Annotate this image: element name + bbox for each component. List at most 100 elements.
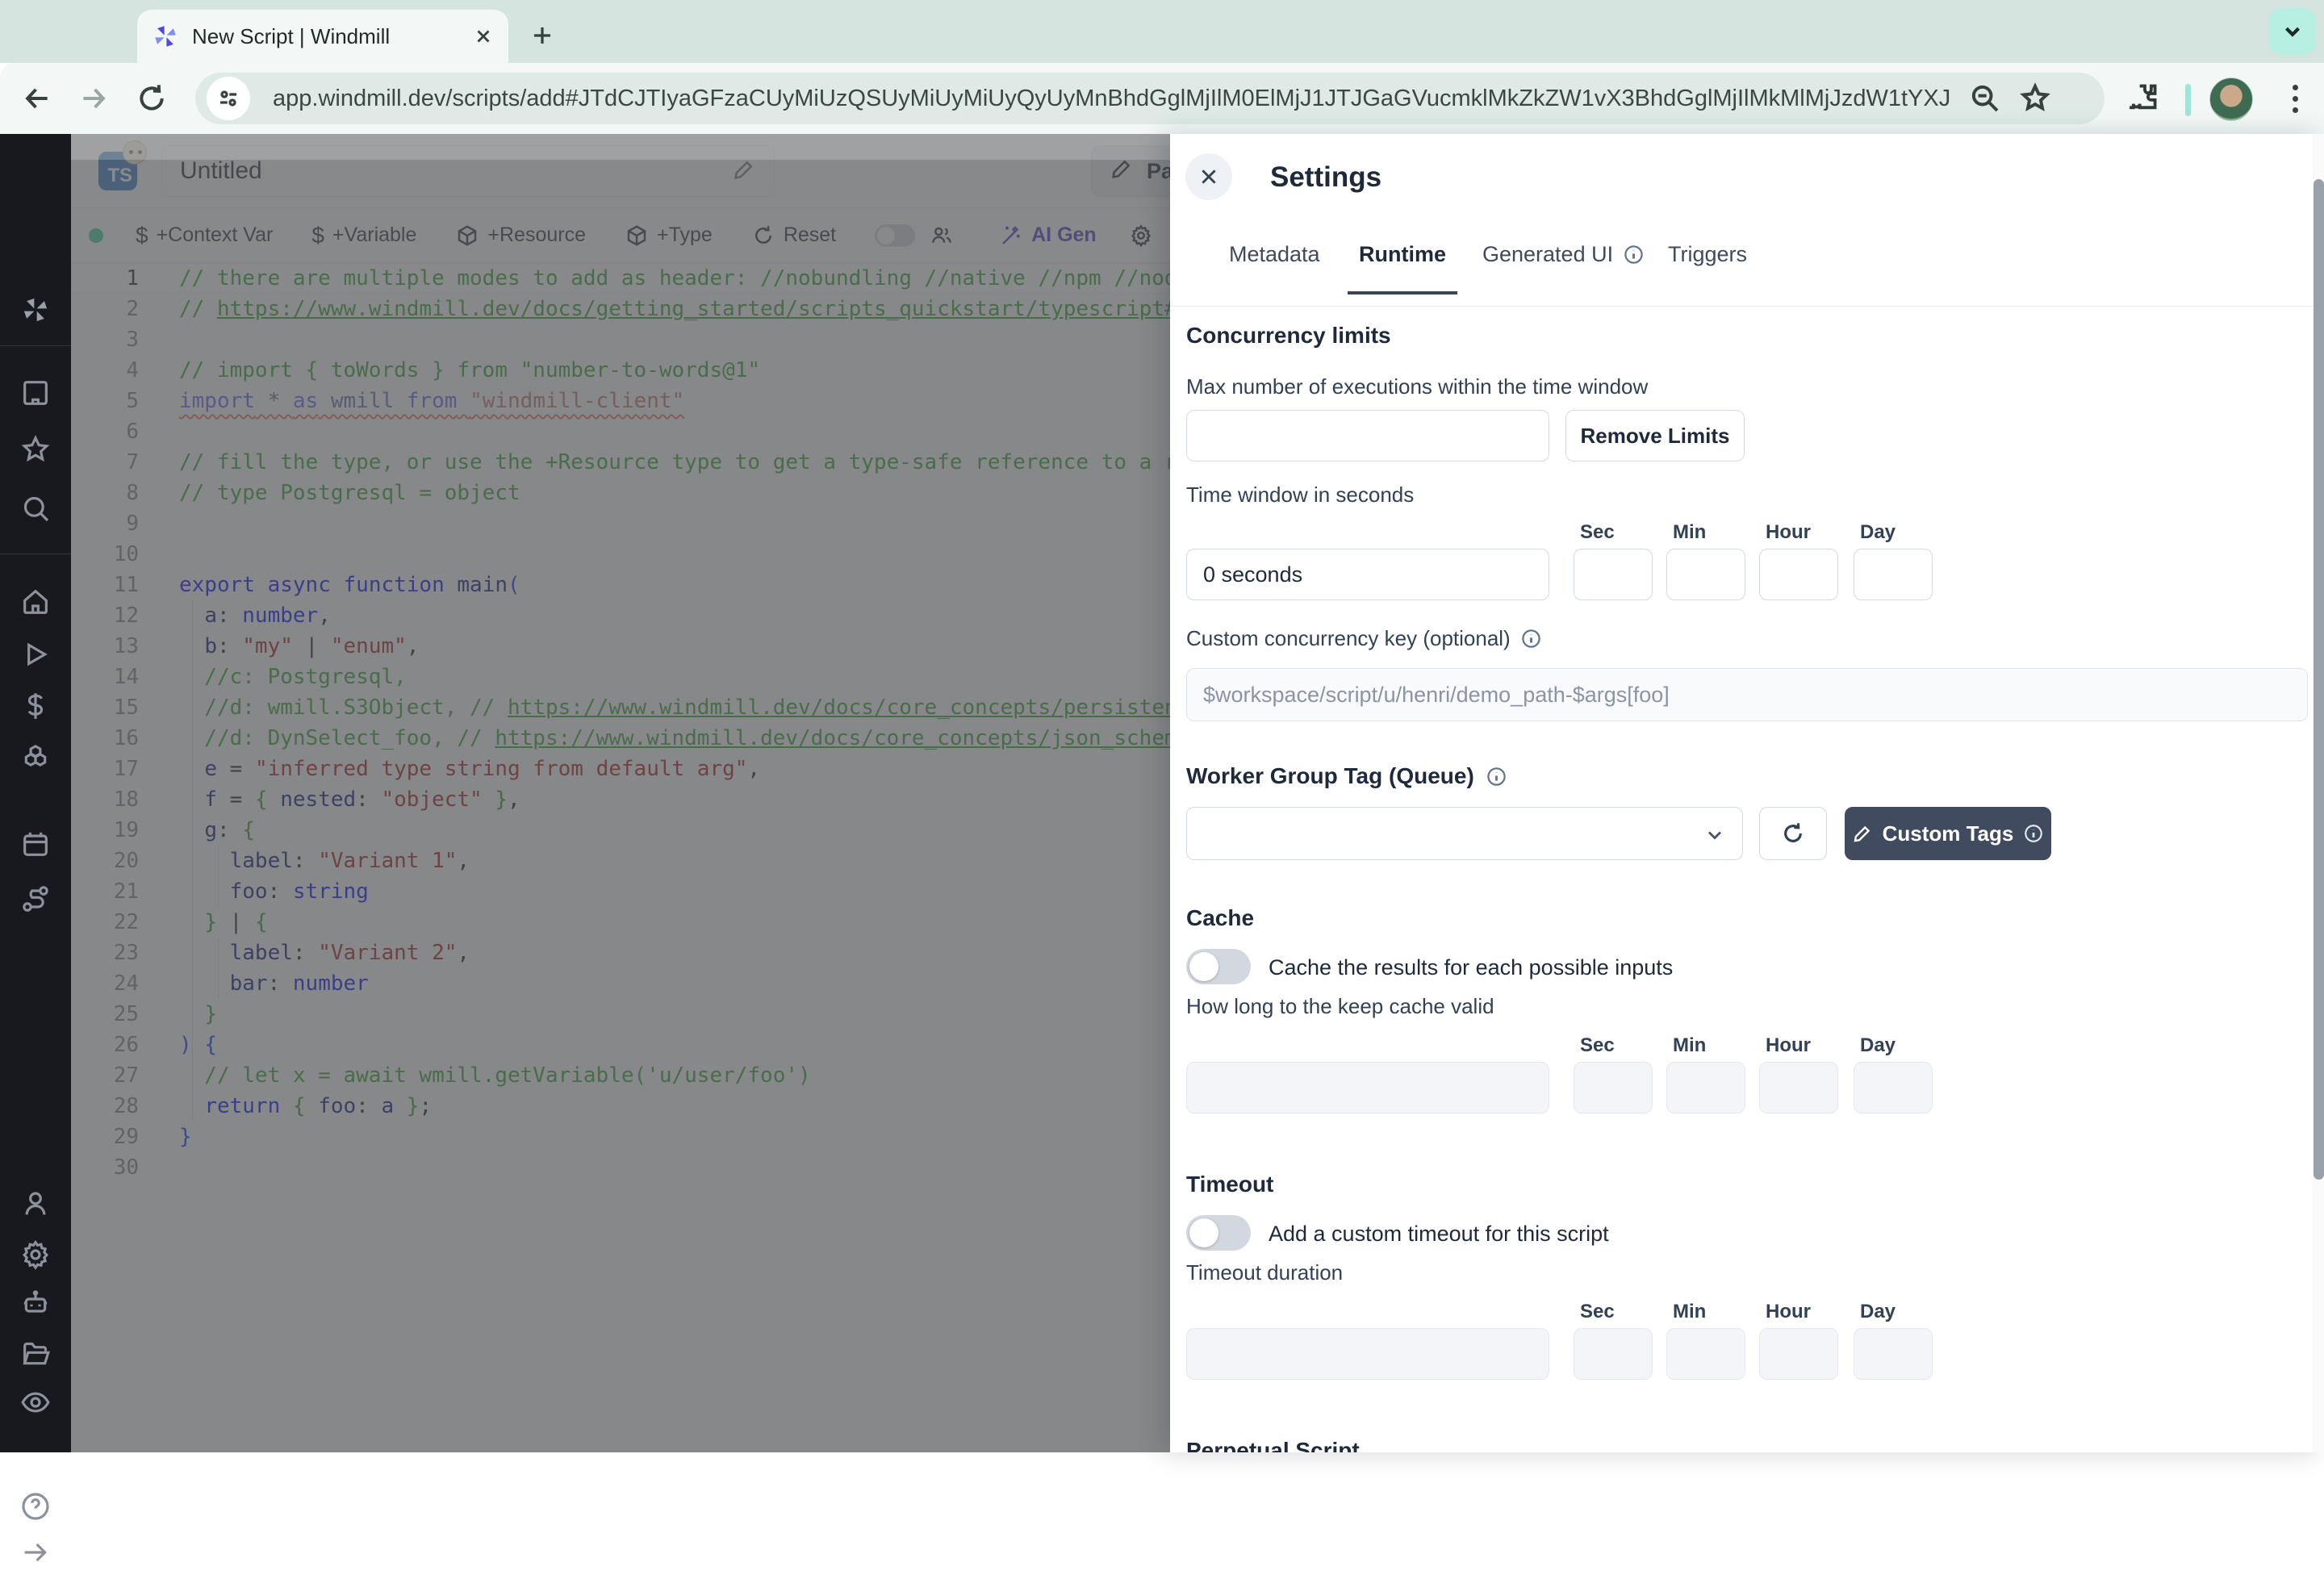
- settings-scrollbar[interactable]: [2313, 134, 2324, 1452]
- extensions-button[interactable]: [2125, 82, 2159, 120]
- plus-icon: [530, 23, 554, 48]
- browser-toolbar: app.windmill.dev/scripts/add#JTdCJTIyaGF…: [0, 63, 2324, 134]
- cache-min-input[interactable]: [1666, 1062, 1745, 1113]
- reload-button[interactable]: [134, 81, 169, 116]
- browser-tabstrip: New Script | Windmill: [0, 0, 2324, 63]
- remove-limits-button[interactable]: Remove Limits: [1565, 410, 1745, 462]
- timeout-day-input[interactable]: [1854, 1328, 1933, 1380]
- sidebar-item-workspace[interactable]: [0, 370, 71, 416]
- max-executions-input[interactable]: [1186, 410, 1549, 462]
- bookmark-button[interactable]: [2019, 82, 2051, 115]
- unit-label-hour: Hour: [1766, 1034, 1811, 1057]
- info-icon[interactable]: [1486, 766, 1507, 788]
- close-settings-button[interactable]: [1185, 153, 1232, 200]
- timeout-duration-input[interactable]: [1186, 1328, 1549, 1380]
- star-icon: [19, 433, 52, 466]
- sidebar-item-folders[interactable]: [0, 1331, 71, 1377]
- sidebar-item-ai[interactable]: [0, 1280, 71, 1326]
- unit-label-hour: Hour: [1766, 1301, 1811, 1323]
- sidebar-item-triggers[interactable]: [0, 876, 71, 921]
- new-tab-button[interactable]: [525, 18, 560, 53]
- sidebar-item-resources[interactable]: [0, 735, 71, 780]
- sidebar-windmill-logo[interactable]: [0, 287, 71, 332]
- tab-metadata[interactable]: Metadata: [1229, 242, 1320, 267]
- sidebar-item-help[interactable]: [0, 1484, 71, 1529]
- refresh-icon: [1780, 821, 1806, 846]
- site-settings-button[interactable]: [207, 77, 250, 120]
- cache-hour-input[interactable]: [1759, 1062, 1838, 1113]
- help-circle-icon: [19, 1490, 52, 1523]
- timeout-duration-label: Timeout duration: [1186, 1260, 1343, 1285]
- sidebar-item-variables[interactable]: [0, 683, 71, 729]
- scrollbar-thumb[interactable]: [2314, 179, 2324, 1180]
- timeout-min-input[interactable]: [1666, 1328, 1745, 1380]
- robot-icon: [19, 1287, 52, 1319]
- sidebar-item-user[interactable]: [0, 1181, 71, 1226]
- tab-close-icon[interactable]: [473, 26, 494, 47]
- tune-icon: [216, 86, 240, 111]
- unit-label-sec: Sec: [1580, 1034, 1615, 1057]
- profile-avatar[interactable]: [2209, 77, 2253, 121]
- settings-content: Concurrency limits Max number of executi…: [1170, 307, 2324, 1452]
- time-window-input[interactable]: [1186, 549, 1549, 600]
- tab-triggers[interactable]: Triggers: [1668, 242, 1747, 267]
- back-button[interactable]: [19, 81, 55, 116]
- arrow-right-icon: [78, 83, 109, 114]
- eye-icon: [19, 1386, 52, 1418]
- tab-generated-ui[interactable]: Generated UI: [1482, 242, 1645, 267]
- play-icon: [19, 638, 52, 671]
- time-window-min-input[interactable]: [1666, 549, 1745, 600]
- sidebar-item-schedules[interactable]: [0, 821, 71, 867]
- zoom-button[interactable]: [1969, 82, 2001, 115]
- browser-menu-button[interactable]: [2277, 81, 2313, 116]
- gear-icon: [19, 1239, 52, 1271]
- user-icon: [19, 1188, 52, 1220]
- sidebar-item-settings[interactable]: [0, 1232, 71, 1277]
- worker-group-select[interactable]: [1186, 807, 1743, 860]
- windmill-logo-icon: [19, 294, 52, 326]
- timeout-sec-input[interactable]: [1574, 1328, 1653, 1380]
- omnibox[interactable]: app.windmill.dev/scripts/add#JTdCJTIyaGF…: [195, 73, 2105, 124]
- sidebar-item-favorites[interactable]: [0, 427, 71, 472]
- timeout-hour-input[interactable]: [1759, 1328, 1838, 1380]
- forward-button[interactable]: [76, 81, 111, 116]
- cache-sec-input[interactable]: [1574, 1062, 1653, 1113]
- sidebar-item-audit[interactable]: [0, 1380, 71, 1425]
- chevron-down-icon: [2280, 19, 2305, 44]
- zoom-out-icon: [1969, 82, 2001, 115]
- worker-group-heading: Worker Group Tag (Queue): [1186, 763, 1507, 789]
- cache-duration-label: How long to the keep cache valid: [1186, 994, 1494, 1019]
- cache-toggle[interactable]: [1186, 949, 1251, 984]
- tab-search-chevron-button[interactable]: [2269, 8, 2316, 55]
- star-icon: [2019, 82, 2051, 115]
- time-window-sec-input[interactable]: [1574, 549, 1653, 600]
- settings-tabs: Metadata Runtime Generated UI Triggers: [1170, 218, 2324, 307]
- arrow-right-icon: [19, 1536, 52, 1569]
- unit-label-min: Min: [1673, 521, 1706, 544]
- sidebar-item-home[interactable]: [0, 579, 71, 625]
- refresh-tags-button[interactable]: [1759, 807, 1827, 860]
- boxes-icon: [19, 742, 52, 774]
- perpetual-heading: Perpetual Script: [1186, 1438, 1360, 1452]
- drawer-backdrop[interactable]: [71, 134, 1170, 1452]
- cache-duration-input[interactable]: [1186, 1062, 1549, 1113]
- cache-day-input[interactable]: [1854, 1062, 1933, 1113]
- custom-tags-button[interactable]: Custom Tags: [1845, 807, 2051, 860]
- windmill-favicon: [152, 23, 179, 50]
- concurrency-key-label: Custom concurrency key (optional): [1186, 626, 1542, 651]
- reload-icon: [136, 83, 167, 114]
- time-window-day-input[interactable]: [1854, 549, 1933, 600]
- info-icon[interactable]: [1520, 628, 1542, 650]
- time-window-label: Time window in seconds: [1186, 483, 1414, 508]
- sidebar-item-search[interactable]: [0, 486, 71, 531]
- sidebar-expand-button[interactable]: [0, 1530, 71, 1575]
- concurrency-key-input[interactable]: [1186, 668, 2308, 721]
- unit-label-sec: Sec: [1580, 1301, 1615, 1323]
- tab-runtime[interactable]: Runtime: [1359, 242, 1446, 267]
- timeout-toggle[interactable]: [1186, 1215, 1251, 1251]
- time-window-hour-input[interactable]: [1759, 549, 1838, 600]
- sidebar-item-runs[interactable]: [0, 632, 71, 677]
- puzzle-icon: [2125, 82, 2159, 116]
- url-text[interactable]: app.windmill.dev/scripts/add#JTdCJTIyaGF…: [273, 86, 1951, 112]
- browser-tab[interactable]: New Script | Windmill: [137, 10, 508, 63]
